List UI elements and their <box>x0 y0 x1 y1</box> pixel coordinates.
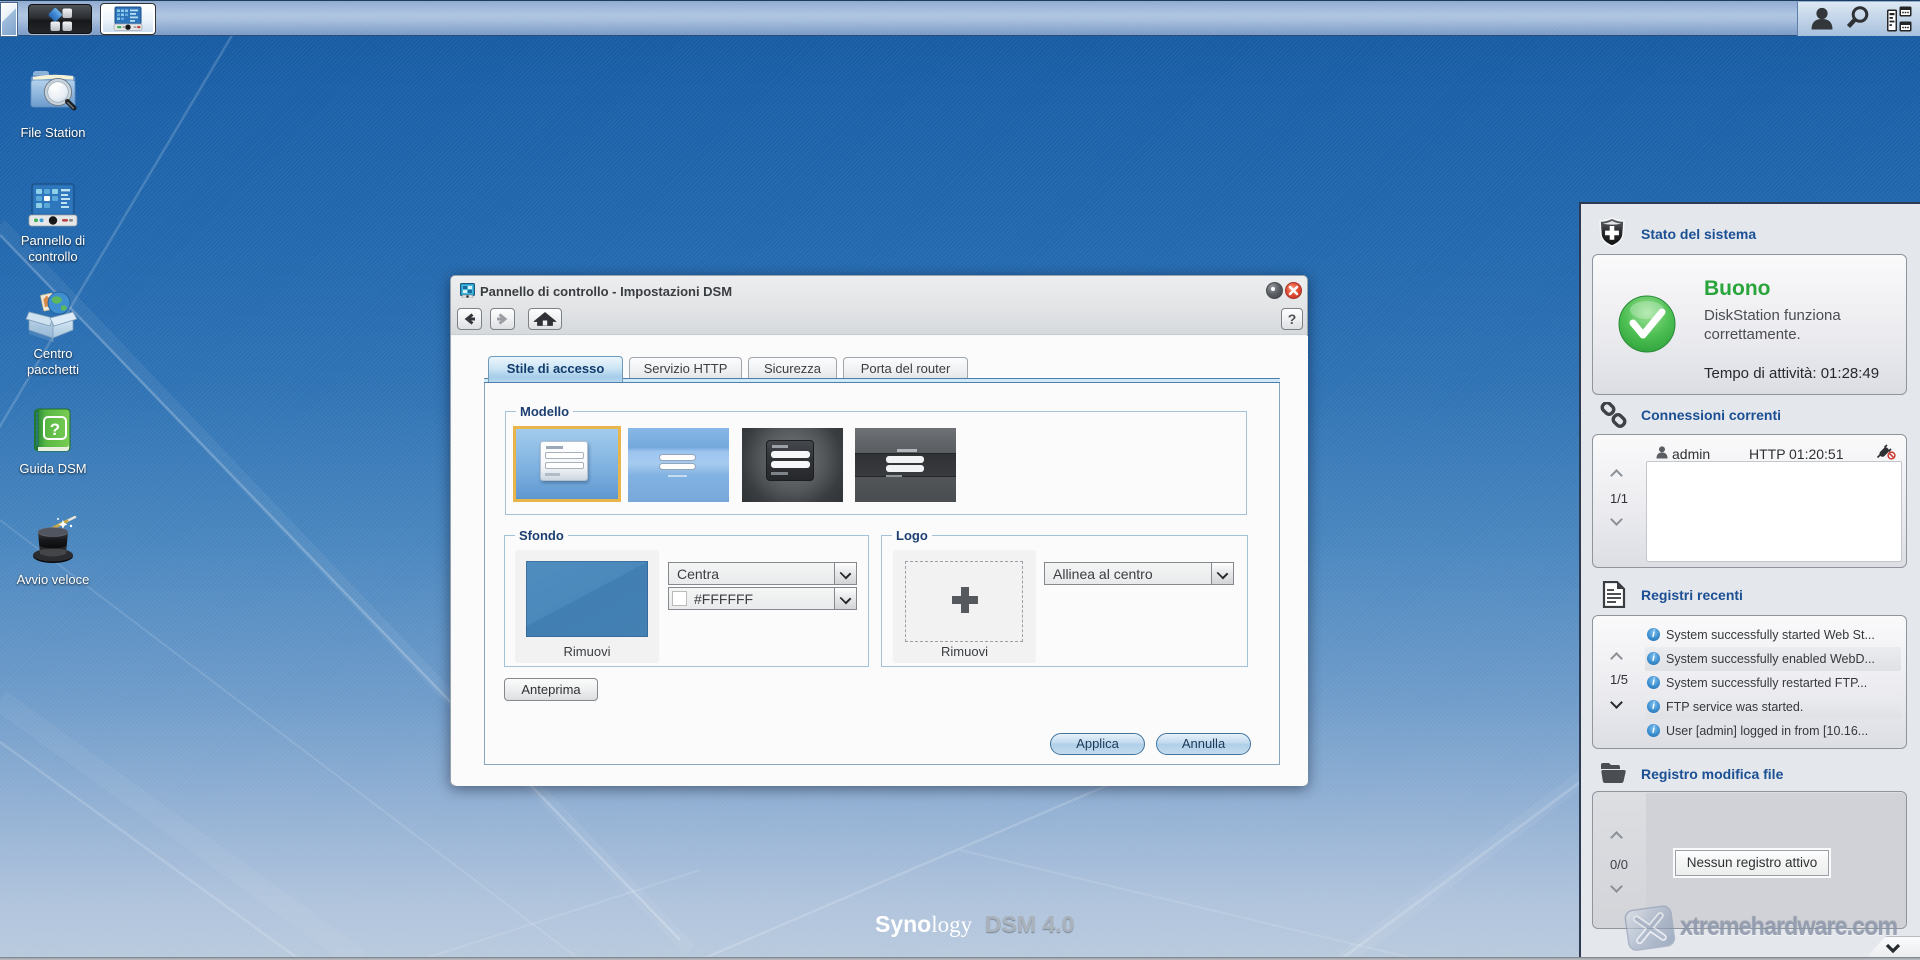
svg-text:?: ? <box>50 420 60 439</box>
